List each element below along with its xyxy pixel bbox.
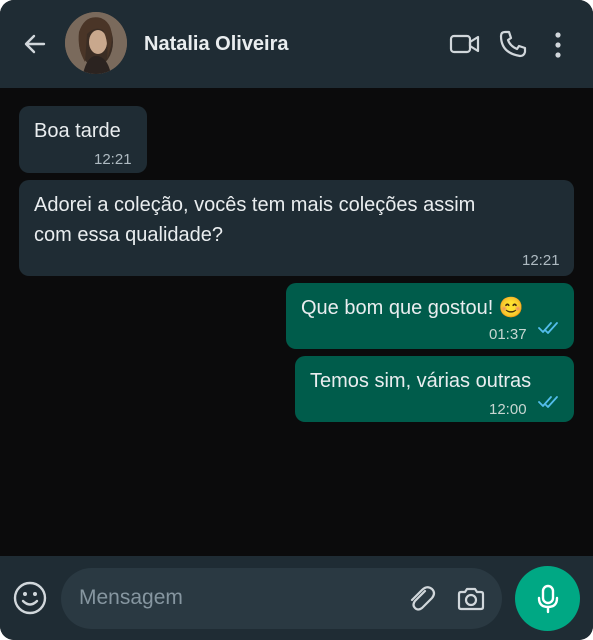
- back-button[interactable]: [18, 27, 52, 61]
- read-ticks-icon: [538, 396, 558, 408]
- chat-header: Natalia Oliveira: [0, 0, 593, 88]
- message-time: 12:21: [522, 252, 560, 269]
- avatar[interactable]: [65, 12, 127, 74]
- voice-call-button[interactable]: [496, 27, 530, 61]
- emoji-button[interactable]: [12, 580, 48, 616]
- outgoing-message[interactable]: Que bom que gostou! 😊 01:37: [286, 283, 574, 349]
- back-arrow-icon: [24, 34, 46, 54]
- message-text: Que bom que gostou! 😊: [301, 297, 524, 319]
- camera-icon: [457, 587, 485, 611]
- microphone-icon: [537, 584, 558, 613]
- message-input-placeholder: Mensagem: [79, 586, 183, 609]
- video-call-icon: [449, 34, 480, 54]
- voice-call-icon: [499, 30, 527, 58]
- chat-screen: Natalia Oliveira Boa tarde 12:21 Adorei …: [0, 0, 593, 640]
- read-ticks-icon: [538, 322, 558, 334]
- message-time: 01:37: [489, 326, 527, 343]
- message-text-line: Adorei a coleção, vocês tem mais coleçõe…: [34, 194, 476, 216]
- more-options-button[interactable]: [546, 29, 570, 61]
- incoming-message[interactable]: Adorei a coleção, vocês tem mais coleçõe…: [19, 180, 574, 276]
- attach-icon: [410, 586, 436, 611]
- camera-button[interactable]: [454, 583, 488, 615]
- message-time: 12:00: [489, 401, 527, 418]
- emoji-icon: [13, 581, 47, 615]
- voice-message-button[interactable]: [515, 566, 580, 631]
- avatar-photo: [65, 12, 127, 74]
- outgoing-message[interactable]: Temos sim, várias outras 12:00: [295, 356, 574, 422]
- more-options-icon: [555, 32, 561, 58]
- message-text-line: com essa qualidade?: [34, 224, 224, 246]
- video-call-button[interactable]: [448, 29, 482, 59]
- attach-button[interactable]: [404, 582, 438, 616]
- message-text: Temos sim, várias outras: [310, 370, 532, 392]
- message-time: 12:21: [94, 151, 132, 168]
- message-text: Boa tarde: [34, 120, 121, 142]
- incoming-message[interactable]: Boa tarde 12:21: [19, 106, 147, 173]
- contact-name[interactable]: Natalia Oliveira: [144, 33, 289, 56]
